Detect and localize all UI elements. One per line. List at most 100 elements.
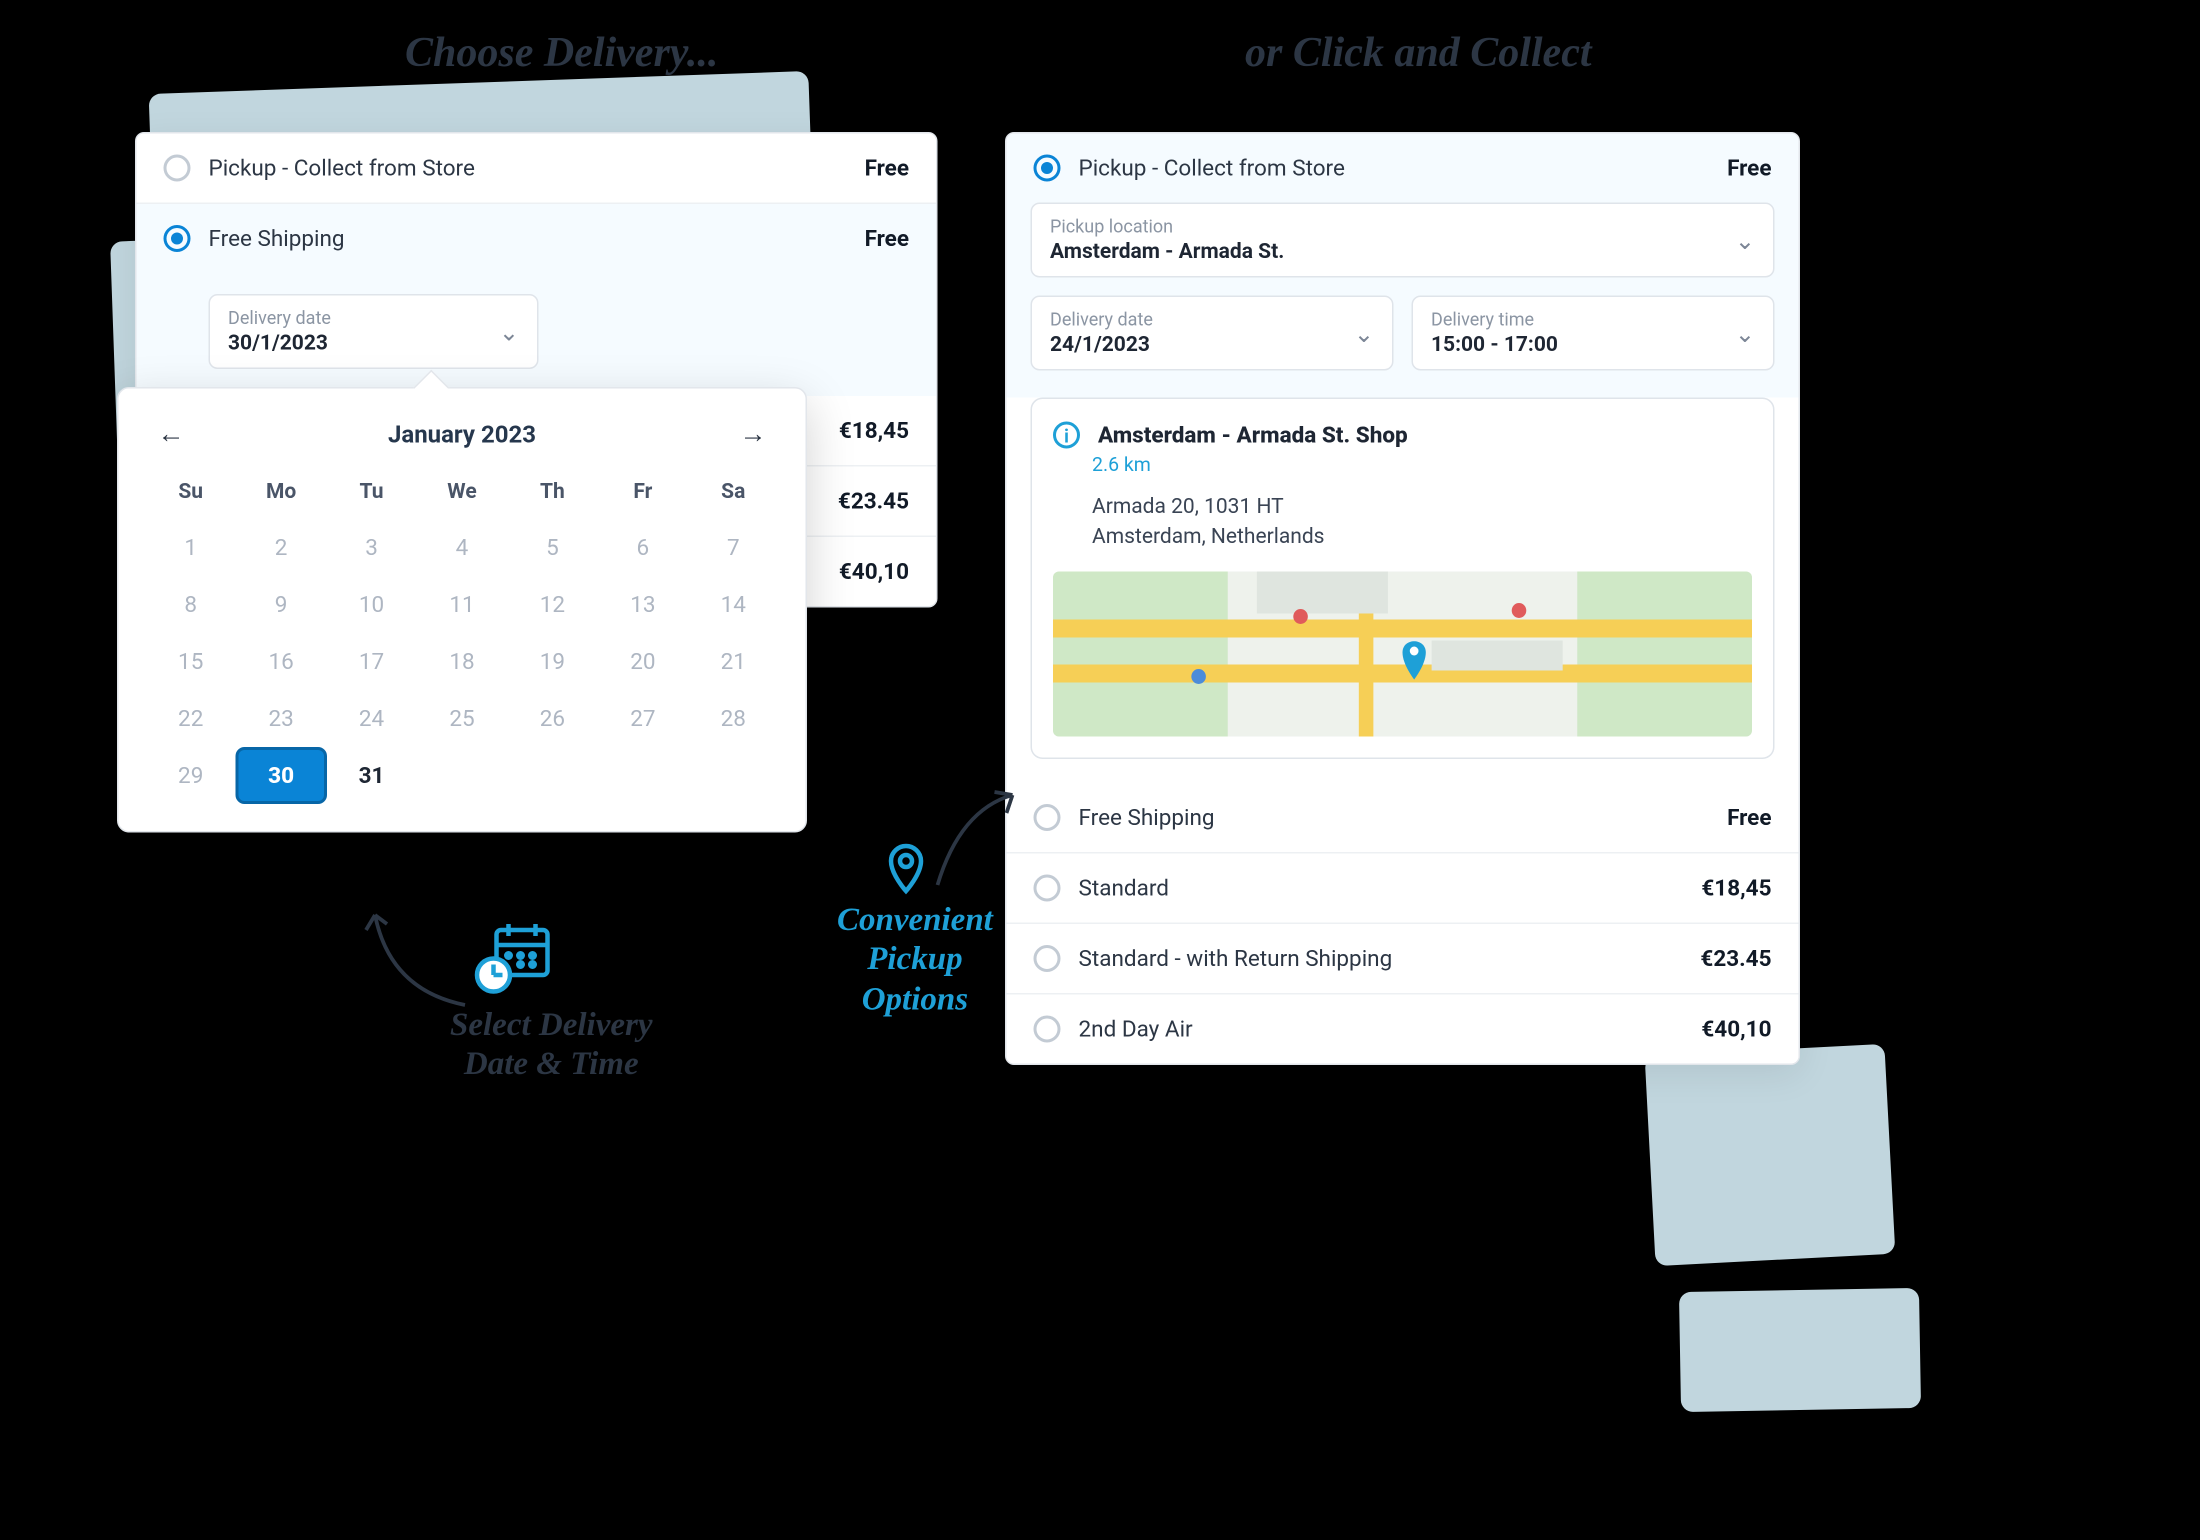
option-label: Standard - with Return Shipping [1079,944,1393,971]
calendar-day[interactable]: 29 [146,747,236,804]
pickup-date-select[interactable]: Delivery date 24/1/2023 ⌄ [1031,296,1394,371]
calendar-day[interactable]: 13 [598,576,688,633]
calendar-day[interactable]: 22 [146,690,236,747]
calendar-day[interactable]: 10 [326,576,416,633]
calendar-clock-icon [473,915,554,1002]
calendar-day[interactable]: 20 [598,633,688,690]
calendar-day[interactable]: 19 [507,633,597,690]
option-price: Free [865,155,909,182]
calendar-day[interactable]: 21 [688,633,778,690]
calendar-day[interactable]: 6 [598,519,688,576]
option-label: 2nd Day Air [1079,1015,1193,1042]
calendar-day[interactable]: 7 [688,519,778,576]
field-value: Amsterdam - Armada St. [1050,240,1284,264]
option-price: €18,45 [839,417,909,444]
shipping-option[interactable]: Free Shipping Free [1007,782,1799,853]
shipping-option[interactable]: 2nd Day Air€40,10 [1007,994,1799,1063]
calendar-day[interactable]: 30 [236,747,326,804]
option-label: Free Shipping [209,225,345,252]
date-picker-popover: ← January 2023 → SuMoTuWeThFrSa 12345678… [117,387,807,833]
next-month-button[interactable]: → [728,413,779,457]
decorative-stroke [1679,1288,1921,1412]
calendar-day[interactable]: 5 [507,519,597,576]
chevron-down-icon: ⌄ [1354,319,1374,348]
pickup-panel: Pickup - Collect from Store Free Pickup … [1005,132,1800,1064]
option-price: €18,45 [1701,874,1771,901]
calendar-day[interactable]: 24 [326,690,416,747]
delivery-date-select[interactable]: Delivery date 30/1/2023 ⌄ [209,294,539,369]
store-address-line: Armada 20, 1031 HT [1092,495,1284,519]
calendar-day[interactable]: 4 [417,519,507,576]
shipping-option-pickup[interactable]: Pickup - Collect from Store Free [137,134,937,205]
calendar-day[interactable]: 28 [688,690,778,747]
calendar-day[interactable]: 18 [417,633,507,690]
shipping-option-free-shipping[interactable]: Free Shipping Free [137,204,937,273]
field-label: Pickup location [1050,216,1284,237]
calendar-weekday: Sa [688,471,778,519]
calendar-day[interactable]: 15 [146,633,236,690]
field-label: Delivery date [228,308,331,329]
calendar-day[interactable]: 3 [326,519,416,576]
shipping-option-pickup[interactable]: Pickup - Collect from Store Free [1007,134,1799,203]
calendar-day[interactable]: 23 [236,690,326,747]
calendar-day[interactable]: 17 [326,633,416,690]
calendar-day[interactable]: 16 [236,633,326,690]
free-shipping-subsection: Delivery date 30/1/2023 ⌄ [137,273,937,396]
calendar-weekday: Tu [326,471,416,519]
pickup-subsection: Pickup location Amsterdam - Armada St. ⌄… [1007,203,1799,398]
option-price: Free [1727,803,1771,830]
calendar-day[interactable]: 1 [146,519,236,576]
option-price: €40,10 [839,558,909,585]
option-label: Free Shipping [1079,803,1215,830]
map-pin-icon [885,840,927,903]
calendar-day[interactable]: 14 [688,576,778,633]
prev-month-button[interactable]: ← [146,413,197,457]
shipping-option[interactable]: Standard - with Return Shipping€23.45 [1007,923,1799,994]
radio-icon [1034,874,1061,901]
option-label: Pickup - Collect from Store [209,155,475,182]
annotation-pickup-options: Convenient Pickup Options [837,900,993,1019]
calendar-day[interactable]: 12 [507,576,597,633]
radio-icon [1034,155,1061,182]
option-price: Free [865,225,909,252]
calendar-day[interactable]: 9 [236,576,326,633]
calendar-title: January 2023 [388,420,536,449]
calendar-day[interactable]: 26 [507,690,597,747]
annotation-choose-delivery: Choose Delivery... [405,30,718,78]
annotation-click-collect: or Click and Collect [1245,30,1592,78]
store-detail-card: i Amsterdam - Armada St. Shop 2.6 km Arm… [1031,398,1775,759]
pickup-time-select[interactable]: Delivery time 15:00 - 17:00 ⌄ [1412,296,1775,371]
calendar-day[interactable]: 8 [146,576,236,633]
pickup-location-select[interactable]: Pickup location Amsterdam - Armada St. ⌄ [1031,203,1775,278]
shipping-option[interactable]: Standard€18,45 [1007,853,1799,924]
chevron-down-icon: ⌄ [1735,319,1755,348]
field-value: 30/1/2023 [228,332,331,356]
calendar-day[interactable]: 11 [417,576,507,633]
option-label: Pickup - Collect from Store [1079,155,1345,182]
field-label: Delivery time [1431,309,1558,330]
field-value: 15:00 - 17:00 [1431,333,1558,357]
store-name: Amsterdam - Armada St. Shop [1098,422,1408,449]
arrow-annotation [930,780,1035,906]
decorative-stroke [1645,1044,1896,1266]
calendar-weekday: Fr [598,471,688,519]
option-price: €23.45 [838,488,909,515]
radio-icon [1034,803,1061,830]
calendar-day[interactable]: 31 [326,747,416,804]
store-distance: 2.6 km [1092,455,1752,478]
radio-icon [1034,1015,1061,1042]
calendar-day[interactable]: 27 [598,690,688,747]
calendar-day[interactable]: 25 [417,690,507,747]
calendar-weekday: Mo [236,471,326,519]
field-value: 24/1/2023 [1050,333,1153,357]
calendar-day[interactable]: 2 [236,519,326,576]
store-map[interactable] [1053,571,1752,736]
info-icon: i [1053,422,1080,449]
field-label: Delivery date [1050,309,1153,330]
store-address-line: Amsterdam, Netherlands [1092,525,1325,549]
annotation-select-date: Select Delivery Date & Time [450,1005,653,1084]
chevron-down-icon: ⌄ [499,317,519,346]
calendar-weekday: Th [507,471,597,519]
radio-icon [164,155,191,182]
option-price: Free [1727,155,1771,182]
